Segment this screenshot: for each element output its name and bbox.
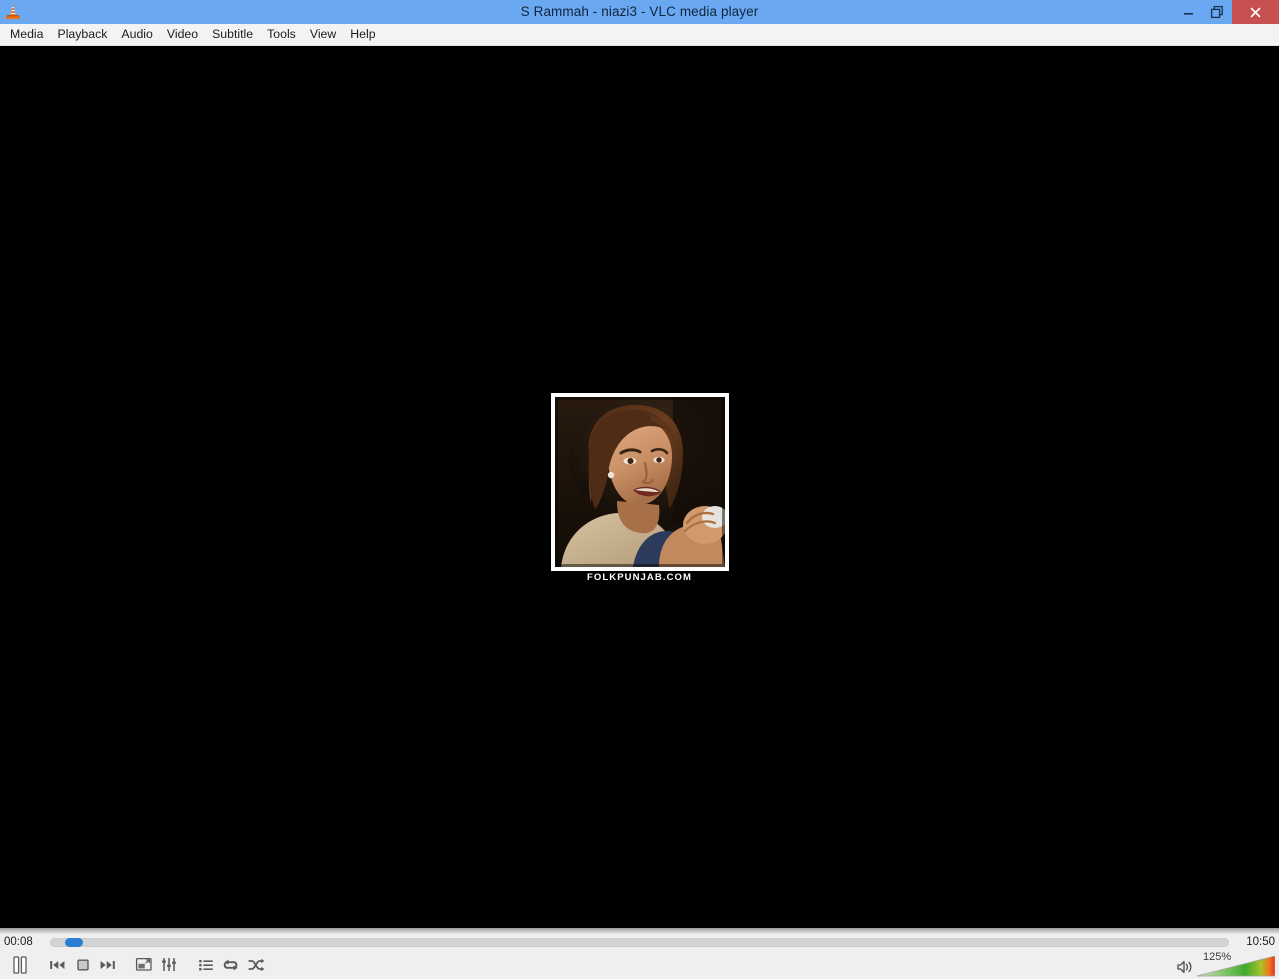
extended-settings-button[interactable] bbox=[156, 953, 181, 976]
view-tools-group bbox=[131, 953, 181, 976]
next-icon bbox=[100, 960, 115, 969]
artwork-photo bbox=[554, 396, 725, 567]
playlist-button[interactable] bbox=[193, 953, 218, 976]
volume-area: 125% bbox=[1174, 950, 1275, 979]
portrait-illustration bbox=[554, 396, 725, 567]
artwork-caption: FOLKPUNJAB.COM bbox=[550, 570, 729, 585]
mute-button[interactable] bbox=[1174, 956, 1196, 978]
menu-item-help[interactable]: Help bbox=[343, 24, 382, 45]
shuffle-button[interactable] bbox=[243, 953, 268, 976]
skip-stop-group bbox=[45, 953, 120, 976]
next-button[interactable] bbox=[95, 953, 120, 976]
menu-item-subtitle[interactable]: Subtitle bbox=[205, 24, 260, 45]
vlc-window: S Rammah - niazi3 - VLC media player Med… bbox=[0, 0, 1279, 979]
album-artwork: FOLKPUNJAB.COM bbox=[550, 392, 729, 585]
speaker-icon bbox=[1177, 960, 1192, 974]
stop-button[interactable] bbox=[70, 953, 95, 976]
menu-item-playback[interactable]: Playback bbox=[51, 24, 115, 45]
fullscreen-button[interactable] bbox=[131, 953, 156, 976]
previous-icon bbox=[50, 960, 65, 969]
menu-item-audio[interactable]: Audio bbox=[114, 24, 159, 45]
shuffle-icon bbox=[248, 958, 264, 971]
menu-item-view[interactable]: View bbox=[303, 24, 343, 45]
close-button[interactable] bbox=[1232, 0, 1279, 24]
bottom-control-panel: 00:08 10:50 125% bbox=[0, 928, 1279, 979]
seek-handle[interactable] bbox=[65, 937, 84, 947]
window-controls bbox=[1174, 0, 1279, 24]
artwork-frame bbox=[550, 392, 729, 571]
restore-button[interactable] bbox=[1203, 0, 1232, 24]
restore-icon bbox=[1210, 5, 1223, 18]
seek-slider[interactable] bbox=[50, 937, 1229, 947]
video-output-area[interactable]: FOLKPUNJAB.COM bbox=[0, 46, 1279, 928]
minimize-icon bbox=[1184, 12, 1193, 15]
stop-icon bbox=[76, 959, 89, 971]
transport-controls: 125% bbox=[0, 950, 1279, 979]
menu-item-media[interactable]: Media bbox=[3, 24, 51, 45]
play-pause-button[interactable] bbox=[4, 951, 36, 978]
titlebar: S Rammah - niazi3 - VLC media player bbox=[0, 0, 1279, 24]
minimize-button[interactable] bbox=[1174, 0, 1203, 24]
playlist-icon bbox=[198, 959, 213, 970]
vlc-cone-icon bbox=[2, 1, 24, 23]
volume-slider[interactable]: 125% bbox=[1197, 951, 1275, 979]
fullscreen-icon bbox=[135, 957, 152, 971]
playlist-group bbox=[193, 953, 268, 976]
equalizer-icon bbox=[161, 958, 176, 971]
elapsed-time-label[interactable]: 00:08 bbox=[4, 934, 44, 950]
menubar: Media Playback Audio Video Subtitle Tool… bbox=[0, 24, 1279, 46]
previous-button[interactable] bbox=[45, 953, 70, 976]
window-title: S Rammah - niazi3 - VLC media player bbox=[520, 4, 759, 19]
loop-icon bbox=[223, 959, 238, 970]
menu-item-tools[interactable]: Tools bbox=[260, 24, 303, 45]
loop-button[interactable] bbox=[218, 953, 243, 976]
total-time-label[interactable]: 10:50 bbox=[1235, 934, 1275, 950]
pause-icon bbox=[13, 955, 27, 974]
menu-item-video[interactable]: Video bbox=[160, 24, 205, 45]
close-icon bbox=[1250, 7, 1261, 17]
vlc-cone-glyph bbox=[6, 3, 20, 19]
volume-percent-label: 125% bbox=[1203, 951, 1232, 963]
seek-row: 00:08 10:50 bbox=[0, 934, 1279, 950]
